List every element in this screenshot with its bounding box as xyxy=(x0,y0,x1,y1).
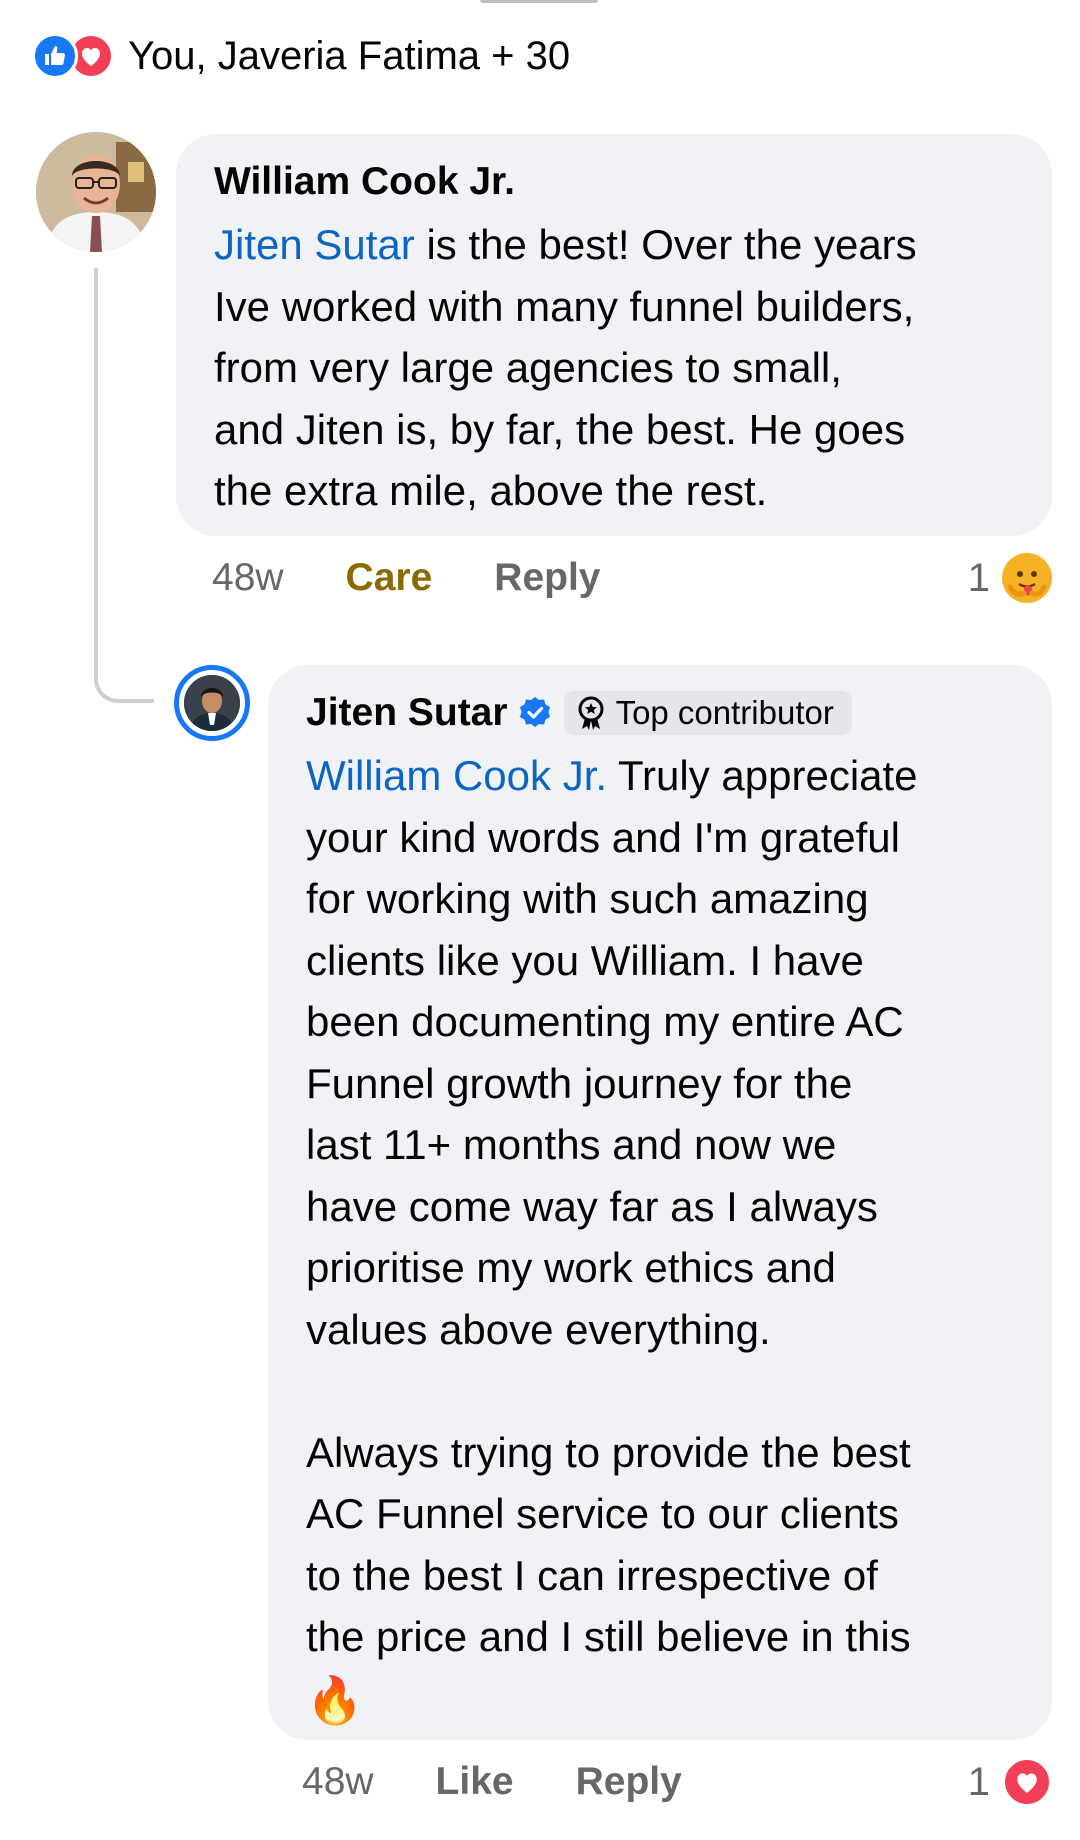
comment-text-line: the extra mile, above the rest. xyxy=(214,467,768,514)
love-icon xyxy=(1002,1757,1052,1807)
comment-author-name[interactable]: William Cook Jr. xyxy=(214,154,1014,210)
sheet-drag-handle[interactable] xyxy=(480,0,598,3)
reaction-count-value: 1 xyxy=(967,555,990,600)
avatar-photo xyxy=(184,675,240,731)
comment-text-line: and Jiten is, by far, the best. He goes xyxy=(214,405,906,453)
reply-timestamp[interactable]: 48w xyxy=(302,1760,374,1804)
reaction-names: You, Javeria Fatima + 30 xyxy=(128,34,571,78)
fire-emoji: 🔥 xyxy=(306,1672,364,1727)
badge-label: Top contributor xyxy=(615,694,834,731)
comment-reaction-count[interactable]: 1 xyxy=(968,548,1052,608)
care-button[interactable]: Care xyxy=(346,556,433,600)
award-ribbon-icon xyxy=(576,696,606,730)
reply-text-line: to the best I can irrespective of xyxy=(306,1551,878,1599)
reaction-count-value: 1 xyxy=(967,1759,990,1804)
comment-text-line: Ive worked with many funnel builders, xyxy=(214,282,915,330)
reply-button[interactable]: Reply xyxy=(494,556,600,600)
reply-author-row: Jiten Sutar Top contributor xyxy=(306,685,1014,741)
reply-text-line: clients like you William. I have xyxy=(306,936,864,984)
comment-timestamp[interactable]: 48w xyxy=(212,556,284,600)
comment-bubble: William Cook Jr. Jiten Sutar is the best… xyxy=(176,134,1052,536)
avatar-jiten-sutar[interactable] xyxy=(174,665,250,741)
avatar-william-cook[interactable] xyxy=(36,132,156,252)
reply-reaction-count[interactable]: 1 xyxy=(968,1752,1052,1812)
comment-text: Jiten Sutar is the best! Over the years … xyxy=(214,214,1014,522)
reply-text-line: Always trying to provide the best xyxy=(306,1428,911,1476)
top-contributor-badge[interactable]: Top contributor xyxy=(563,691,852,735)
reply-actions: 48w Like Reply xyxy=(302,1752,744,1812)
reply-text-line: your kind words and I'm grateful xyxy=(306,813,900,861)
reply-text-line: the price and I still believe in this xyxy=(306,1613,911,1660)
verified-icon xyxy=(518,696,552,730)
reply-text-line: AC Funnel service to our clients xyxy=(306,1490,899,1537)
comment-actions: 48w Care Reply xyxy=(212,548,662,608)
care-icon xyxy=(1002,553,1052,603)
reply-text-line: have come way far as I always xyxy=(306,1182,878,1230)
thread-connector xyxy=(94,268,154,703)
mention-jiten-sutar[interactable]: Jiten Sutar xyxy=(214,221,415,268)
reply-text-line: Truly appreciate xyxy=(607,752,918,799)
like-button[interactable]: Like xyxy=(436,1760,514,1804)
reply-bubble: Jiten Sutar Top contributor William Cook… xyxy=(268,665,1052,1740)
reply-text-line: been documenting my entire AC xyxy=(306,998,904,1045)
reply-author-name[interactable]: Jiten Sutar xyxy=(306,685,508,741)
reply-text-line: last 11+ months and now we xyxy=(306,1121,837,1168)
reply-text: William Cook Jr. Truly appreciate your k… xyxy=(306,745,1014,1668)
reply-text-line: prioritise my work ethics and xyxy=(306,1244,836,1291)
reply-text-line: values above everything. xyxy=(306,1305,771,1353)
reply-button[interactable]: Reply xyxy=(576,1760,682,1804)
comment-text-line: from very large agencies to small, xyxy=(214,344,842,391)
reply-text-line: Funnel growth journey for the xyxy=(306,1059,853,1107)
mention-william-cook[interactable]: William Cook Jr. xyxy=(306,752,607,799)
like-icon xyxy=(32,33,78,79)
comment-text-line: is the best! Over the years xyxy=(414,221,917,268)
post-reaction-summary[interactable]: You, Javeria Fatima + 30 xyxy=(32,28,570,84)
reply-text-line: for working with such amazing xyxy=(306,875,869,922)
